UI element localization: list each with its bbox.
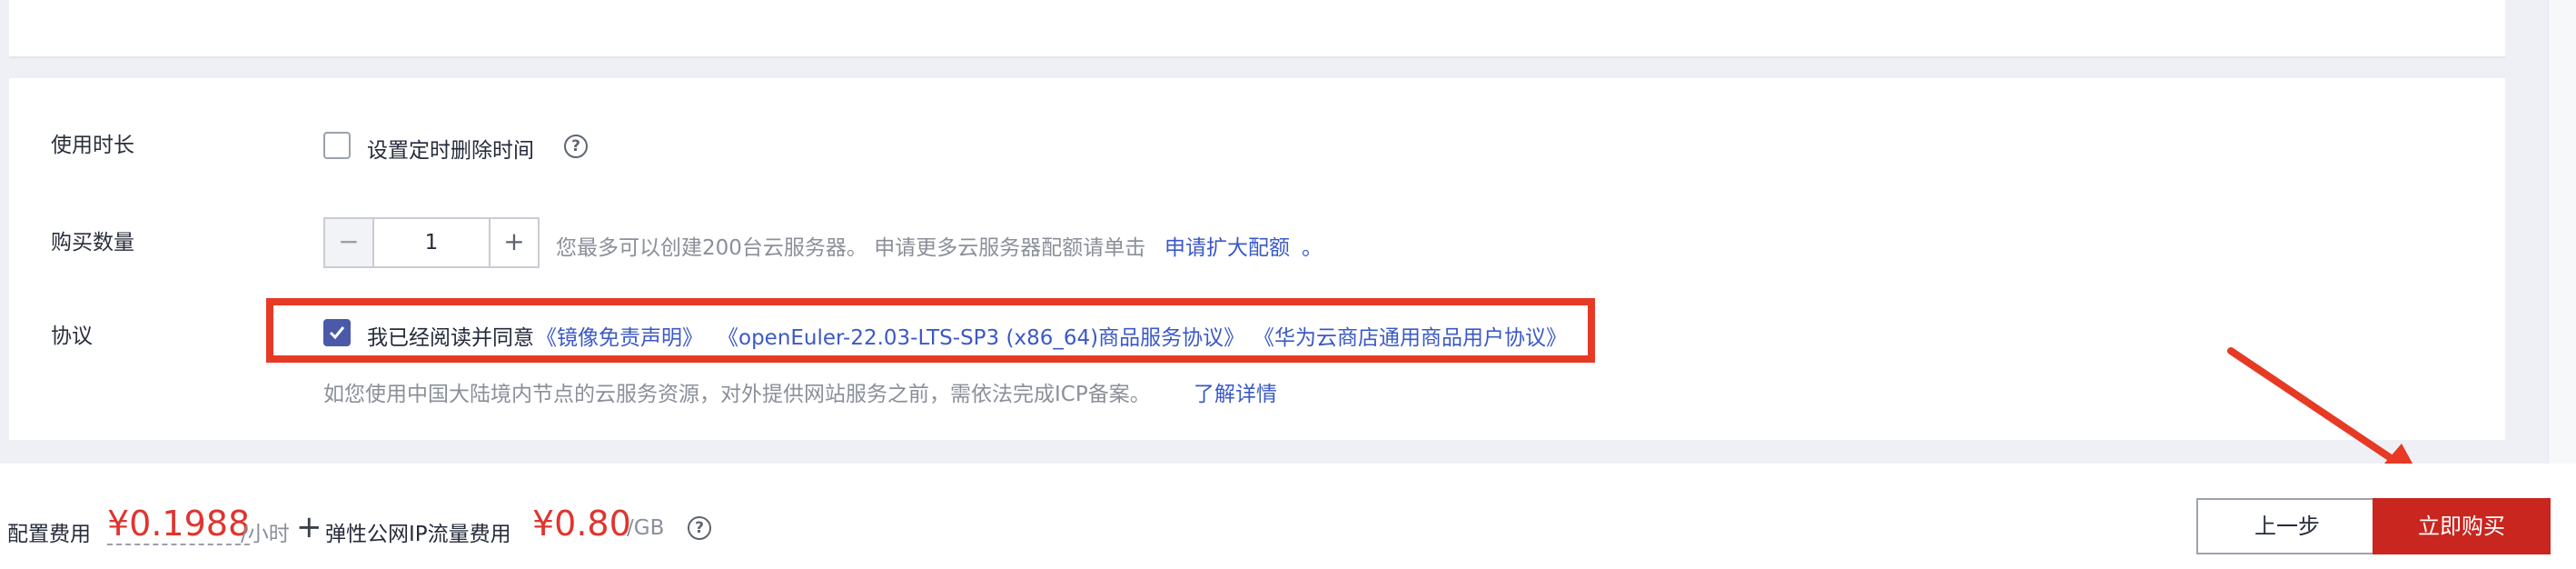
- increase-button[interactable]: +: [489, 219, 538, 266]
- page-scrollbar[interactable]: [2548, 0, 2576, 465]
- plus-sign: +: [296, 509, 322, 545]
- config-fee-label: 配置费用: [7, 523, 91, 546]
- scheduled-delete-checkbox[interactable]: [323, 132, 351, 159]
- decrease-button[interactable]: −: [325, 219, 374, 266]
- scheduled-delete-label: 设置定时删除时间: [367, 139, 534, 163]
- quota-hint: 您最多可以创建200台云服务器。 申请更多云服务器配额请单击: [556, 236, 1146, 260]
- buy-now-button[interactable]: 立即购买: [2373, 498, 2551, 554]
- annotation-highlight-box: [266, 298, 1595, 363]
- quantity-label: 购买数量: [51, 231, 134, 255]
- config-fee-price[interactable]: ¥0.1988: [107, 504, 251, 545]
- quota-hint-suffix: 。: [1302, 236, 1323, 260]
- learn-more-link[interactable]: 了解详情: [1194, 376, 1277, 407]
- agreement-label: 协议: [51, 324, 93, 348]
- request-quota-link[interactable]: 申请扩大配额: [1164, 230, 1290, 261]
- question-circle-icon[interactable]: ?: [564, 135, 588, 158]
- question-circle-icon[interactable]: ?: [688, 516, 711, 540]
- ip-fee-price: ¥0.80: [532, 504, 631, 544]
- ip-fee-label: 弹性公网IP流量费用: [325, 523, 511, 546]
- quantity-input[interactable]: 1: [374, 219, 489, 266]
- quantity-stepper: − 1 +: [323, 217, 540, 268]
- icp-note: 如您使用中国大陆境内节点的云服务资源，对外提供网站服务之前，需依法完成ICP备案…: [323, 383, 1151, 406]
- previous-step-button[interactable]: 上一步: [2196, 498, 2378, 554]
- previous-section-card: [9, 0, 2505, 58]
- config-fee-unit: /小时: [241, 523, 290, 546]
- duration-label: 使用时长: [51, 134, 134, 157]
- ip-fee-unit: /GB: [627, 516, 665, 540]
